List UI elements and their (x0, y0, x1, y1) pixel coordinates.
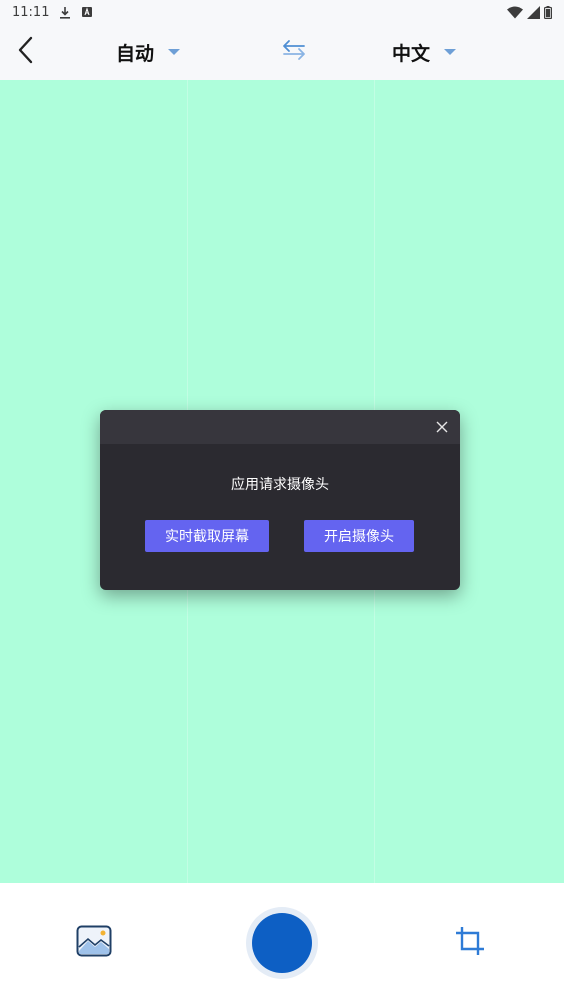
status-time: 11:11 (12, 4, 50, 20)
chevron-left-icon (16, 36, 36, 68)
target-language-label: 中文 (392, 42, 431, 65)
toolbar: 自动 中文 (0, 24, 564, 80)
shutter-button-inner (252, 913, 312, 973)
caret-down-icon (168, 49, 181, 55)
status-icons-left (59, 6, 93, 19)
open-camera-button[interactable]: 开启摄像头 (304, 520, 414, 552)
dialog-message: 应用请求摄像头 (231, 477, 329, 493)
image-icon (76, 925, 112, 961)
back-button[interactable] (8, 34, 44, 70)
shutter-button[interactable] (246, 907, 318, 979)
crop-button[interactable] (452, 925, 488, 961)
status-bar: 11:11 (0, 0, 564, 24)
bottom-bar (0, 883, 564, 1004)
target-language-select[interactable]: 中文 (392, 36, 457, 68)
gallery-button[interactable] (74, 925, 114, 961)
status-icons-right (507, 5, 552, 19)
dialog-header (100, 410, 460, 444)
battery-icon (544, 5, 552, 19)
source-language-select[interactable]: 自动 (116, 36, 181, 68)
dialog-close-button[interactable] (432, 417, 452, 437)
crop-icon (454, 925, 486, 961)
close-icon (436, 418, 448, 437)
camera-request-dialog: 应用请求摄像头 实时截取屏幕 开启摄像头 (100, 410, 460, 590)
wifi-icon (507, 6, 523, 19)
caret-down-icon (444, 49, 457, 55)
source-language-label: 自动 (116, 42, 155, 65)
a-icon (81, 6, 93, 18)
download-icon (59, 6, 71, 19)
screen-capture-button[interactable]: 实时截取屏幕 (145, 520, 269, 552)
swap-icon (280, 38, 308, 66)
signal-icon (527, 5, 540, 19)
swap-languages-button[interactable] (279, 38, 309, 66)
